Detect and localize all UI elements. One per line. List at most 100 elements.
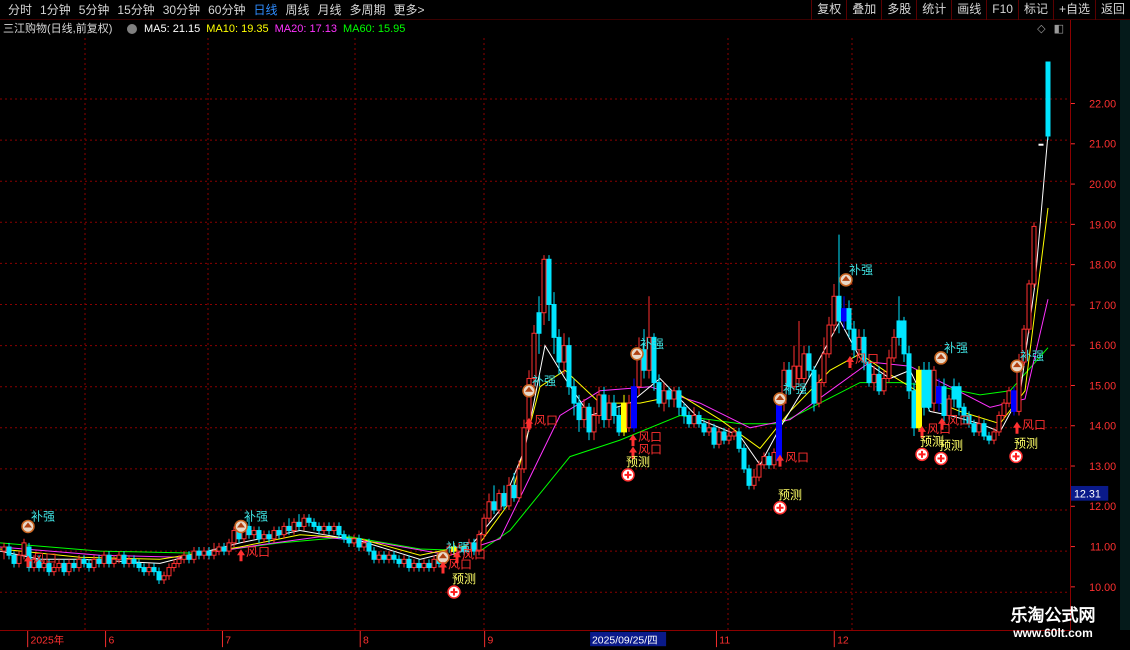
candle xyxy=(611,394,617,424)
toolbar-button[interactable]: 复权 xyxy=(811,0,846,20)
toolbar-button[interactable]: F10 xyxy=(986,0,1018,20)
ma-value: MA20: 17.13 xyxy=(274,23,338,35)
candle xyxy=(746,464,752,490)
period-tab[interactable]: 30分钟 xyxy=(159,2,204,18)
period-tab[interactable]: 分时 xyxy=(4,2,36,18)
candle xyxy=(406,555,412,572)
candle xyxy=(306,514,312,527)
period-tab[interactable]: 多周期 xyxy=(346,2,390,18)
candle xyxy=(161,571,167,584)
candlestick-chart[interactable]: 补强 补强补强补强补强补强补强补强补强风口 风口风口风口风口风口风口风口风口风口风口… xyxy=(0,38,1070,630)
window-toggle-icon[interactable]: ◧ xyxy=(1054,20,1064,38)
ma-legend: MA5: 21.15 MA10: 19.35 MA20: 17.13 MA60: 15… xyxy=(144,20,405,38)
wind-label: 风口 xyxy=(1022,418,1046,432)
time-tick: 11 xyxy=(715,631,730,648)
candle xyxy=(921,362,927,416)
predict-signal: 预测 xyxy=(773,488,802,515)
candle xyxy=(706,419,712,437)
period-tab[interactable]: 5分钟 xyxy=(75,2,114,18)
toolbar-button[interactable]: +自选 xyxy=(1052,0,1095,20)
candle xyxy=(911,382,917,437)
wind-signal: 风口 xyxy=(1013,418,1046,434)
price-tick-label: 19.00 xyxy=(1089,219,1116,231)
candle xyxy=(201,546,207,560)
candle xyxy=(906,345,912,400)
indicator-settings-icon[interactable] xyxy=(127,24,137,34)
boost-signal: 补强 xyxy=(522,374,556,398)
candle xyxy=(111,555,117,568)
watermark-title: 乐淘公式网 xyxy=(1010,606,1096,625)
candle xyxy=(981,419,987,441)
stock-title: 三江购物(日线,前复权) xyxy=(3,23,113,35)
ma-value: MA5: 21.15 xyxy=(144,23,201,35)
candle xyxy=(316,522,322,535)
period-tab[interactable]: 日线 xyxy=(249,2,281,18)
boost-signal: 补强 xyxy=(234,509,268,534)
candle xyxy=(901,316,907,363)
candle xyxy=(106,551,112,568)
wind-label: 风口 xyxy=(33,551,57,565)
candle xyxy=(771,448,777,469)
time-tick-label: 11 xyxy=(719,635,730,646)
candle xyxy=(616,407,622,437)
candle xyxy=(936,378,942,412)
candle xyxy=(1031,222,1037,289)
candle xyxy=(431,555,437,572)
predict-label: 预测 xyxy=(452,572,476,586)
period-tab[interactable]: 月线 xyxy=(314,2,346,18)
candle xyxy=(816,374,822,408)
boost-signal: 补强 xyxy=(773,382,807,406)
predict-label: 预测 xyxy=(778,488,802,502)
candle xyxy=(821,337,827,387)
price-tick-label: 20.00 xyxy=(1089,179,1116,191)
period-tab[interactable]: 60分钟 xyxy=(204,2,249,18)
boost-label: 补强 xyxy=(31,509,55,523)
toolbar-button[interactable]: 标记 xyxy=(1017,0,1053,20)
candle xyxy=(741,444,747,474)
toolbar-button[interactable]: 叠加 xyxy=(846,0,881,20)
candle xyxy=(996,411,1002,437)
candle xyxy=(61,559,67,576)
toolbar-button[interactable]: 画线 xyxy=(951,0,986,20)
candle xyxy=(381,551,387,564)
candle xyxy=(156,567,162,584)
candle xyxy=(71,559,77,572)
toolbar-button[interactable]: 返回 xyxy=(1094,0,1130,20)
wind-label: 风口 xyxy=(947,414,971,428)
candle xyxy=(376,551,382,564)
time-tick: 8 xyxy=(359,631,369,648)
candle xyxy=(131,555,137,568)
candle xyxy=(831,283,837,334)
period-tab[interactable]: 更多> xyxy=(390,2,429,18)
top-toolbar: 分时 1分钟 5分钟 15分钟 30分钟 60分钟 日线 周线 月线 多周期 更多> 复权 叠加 多股统… xyxy=(0,0,1130,20)
period-tab[interactable]: 周线 xyxy=(281,2,313,18)
period-tab[interactable]: 15分钟 xyxy=(113,2,158,18)
candle xyxy=(221,542,227,556)
candle xyxy=(711,423,717,449)
toolbar-button[interactable]: 统计 xyxy=(916,0,951,20)
candle xyxy=(226,538,232,556)
side-panel-strip[interactable] xyxy=(1120,20,1130,630)
period-tab[interactable]: 1分钟 xyxy=(36,2,75,18)
candle xyxy=(826,316,832,358)
candle xyxy=(796,320,802,387)
wind-label: 风口 xyxy=(462,547,486,561)
candle xyxy=(836,234,842,334)
candle xyxy=(151,563,157,576)
candle xyxy=(66,559,72,576)
toolbar-button[interactable]: 多股 xyxy=(881,0,916,20)
current-price-label: 12.31 xyxy=(1074,489,1101,501)
candle xyxy=(426,559,432,572)
price-tick-label: 11.00 xyxy=(1090,541,1116,553)
diamond-icon[interactable]: ◇ xyxy=(1037,20,1045,38)
candle xyxy=(811,366,817,412)
time-tick-label: 2025/09/25/四 xyxy=(592,635,658,646)
time-tick: 2025/09/25/四 xyxy=(590,631,667,646)
candle xyxy=(886,349,892,383)
wind-label: 风口 xyxy=(246,545,270,559)
candle xyxy=(136,559,142,572)
candle xyxy=(321,522,327,535)
candle xyxy=(1026,279,1032,334)
candle xyxy=(541,255,547,326)
candle xyxy=(16,551,22,568)
